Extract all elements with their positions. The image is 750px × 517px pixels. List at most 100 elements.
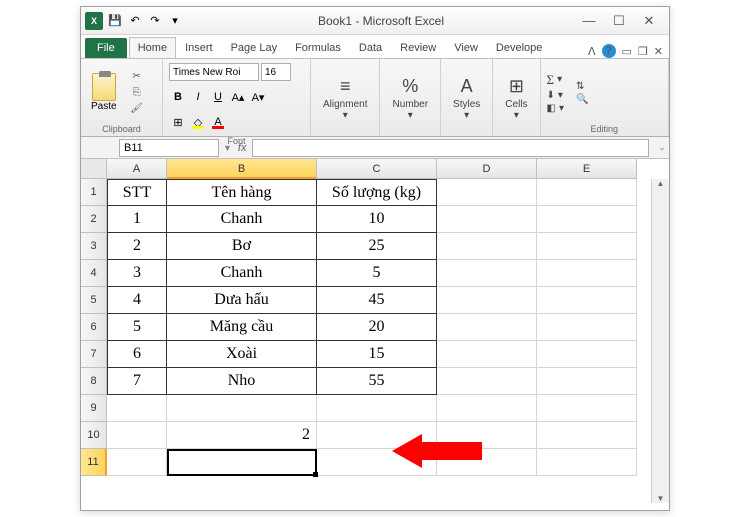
cell[interactable]: 20: [317, 314, 437, 341]
cell[interactable]: 4: [107, 287, 167, 314]
cell[interactable]: [537, 206, 637, 233]
tab-home[interactable]: Home: [129, 37, 176, 58]
shrink-font-icon[interactable]: A▾: [249, 88, 267, 106]
cell[interactable]: [437, 449, 537, 476]
col-header-e[interactable]: E: [537, 159, 637, 179]
styles-button[interactable]: AStyles▾: [447, 73, 486, 123]
cell[interactable]: [317, 422, 437, 449]
cell[interactable]: [537, 449, 637, 476]
maximize-button[interactable]: ☐: [609, 13, 629, 29]
underline-button[interactable]: U: [209, 88, 227, 106]
row-header[interactable]: 1: [81, 179, 107, 206]
tab-insert[interactable]: Insert: [176, 37, 222, 58]
window-min-icon[interactable]: ▭: [622, 45, 632, 58]
window-restore-icon[interactable]: ❐: [638, 45, 648, 58]
undo-icon[interactable]: ↶: [127, 13, 143, 29]
alignment-button[interactable]: ≡Alignment▾: [317, 73, 373, 123]
row-header[interactable]: 6: [81, 314, 107, 341]
cell[interactable]: [537, 287, 637, 314]
minimize-button[interactable]: —: [579, 13, 599, 29]
cell[interactable]: 45: [317, 287, 437, 314]
save-icon[interactable]: 💾: [107, 13, 123, 29]
cell[interactable]: [437, 422, 537, 449]
italic-button[interactable]: I: [189, 88, 207, 106]
cell[interactable]: [437, 341, 537, 368]
cell[interactable]: 25: [317, 233, 437, 260]
qat-more-icon[interactable]: ▾: [167, 13, 183, 29]
cell[interactable]: [107, 449, 167, 476]
row-header[interactable]: 2: [81, 206, 107, 233]
autosum-button[interactable]: Σ▾: [547, 72, 564, 88]
fill-color-icon[interactable]: ◇: [189, 113, 207, 131]
cell[interactable]: Dưa hấu: [167, 287, 317, 314]
redo-icon[interactable]: ↷: [147, 13, 163, 29]
tab-review[interactable]: Review: [391, 37, 445, 58]
grow-font-icon[interactable]: A▴: [229, 88, 247, 106]
cell[interactable]: [537, 260, 637, 287]
help-icon[interactable]: ?: [602, 44, 616, 58]
col-header-d[interactable]: D: [437, 159, 537, 179]
row-header[interactable]: 11: [81, 449, 107, 476]
cell[interactable]: [107, 395, 167, 422]
cell[interactable]: [437, 233, 537, 260]
cell[interactable]: 15: [317, 341, 437, 368]
cell[interactable]: [437, 206, 537, 233]
fill-button[interactable]: ⬇▾: [547, 90, 564, 101]
cell[interactable]: [437, 260, 537, 287]
cell[interactable]: 5: [107, 314, 167, 341]
find-select-button[interactable]: 🔍: [576, 94, 588, 105]
select-all-button[interactable]: [81, 159, 107, 179]
font-name-select[interactable]: [169, 63, 259, 81]
cell[interactable]: 2: [167, 422, 317, 449]
cell[interactable]: 5: [317, 260, 437, 287]
bold-button[interactable]: B: [169, 88, 187, 106]
cell[interactable]: [537, 341, 637, 368]
cell[interactable]: 6: [107, 341, 167, 368]
cell[interactable]: Chanh: [167, 260, 317, 287]
cell[interactable]: [437, 368, 537, 395]
cell[interactable]: Số lượng (kg): [317, 179, 437, 206]
cut-icon[interactable]: ✂: [129, 70, 145, 84]
font-color-icon[interactable]: A: [209, 113, 227, 131]
cell[interactable]: [437, 287, 537, 314]
copy-icon[interactable]: ⎘: [129, 86, 145, 100]
number-button[interactable]: %Number▾: [386, 73, 434, 123]
col-header-a[interactable]: A: [107, 159, 167, 179]
cell[interactable]: 3: [107, 260, 167, 287]
formula-bar[interactable]: [252, 139, 649, 157]
cell[interactable]: [317, 449, 437, 476]
cell[interactable]: [437, 395, 537, 422]
cell[interactable]: [437, 179, 537, 206]
tab-page-layout[interactable]: Page Lay: [222, 37, 286, 58]
tab-data[interactable]: Data: [350, 37, 391, 58]
cell[interactable]: 10: [317, 206, 437, 233]
row-header[interactable]: 4: [81, 260, 107, 287]
col-header-b[interactable]: B: [167, 159, 317, 179]
cells-area[interactable]: STT Tên hàng Số lượng (kg) 1 Chanh 10 2 …: [107, 179, 651, 503]
cell[interactable]: [537, 395, 637, 422]
cell[interactable]: [437, 314, 537, 341]
expand-formula-bar-icon[interactable]: ⌄: [655, 142, 669, 153]
minimize-ribbon-icon[interactable]: ᐱ: [588, 45, 596, 58]
cell[interactable]: [167, 395, 317, 422]
row-header[interactable]: 8: [81, 368, 107, 395]
cell[interactable]: Chanh: [167, 206, 317, 233]
row-header[interactable]: 9: [81, 395, 107, 422]
namebox-dropdown-icon[interactable]: ▼: [223, 143, 232, 153]
tab-view[interactable]: View: [445, 37, 487, 58]
cell[interactable]: Xoài: [167, 341, 317, 368]
cell[interactable]: 55: [317, 368, 437, 395]
clear-button[interactable]: ◧▾: [547, 103, 564, 114]
row-header[interactable]: 7: [81, 341, 107, 368]
cell[interactable]: 7: [107, 368, 167, 395]
cell[interactable]: [107, 422, 167, 449]
cell[interactable]: STT: [107, 179, 167, 206]
cell[interactable]: [537, 368, 637, 395]
row-header[interactable]: 5: [81, 287, 107, 314]
paste-button[interactable]: Paste: [87, 71, 121, 114]
cell[interactable]: [537, 179, 637, 206]
cells-button[interactable]: ⊞Cells▾: [499, 73, 533, 123]
fx-icon[interactable]: fx: [232, 142, 253, 154]
vertical-scrollbar[interactable]: [651, 179, 669, 503]
cell[interactable]: [537, 422, 637, 449]
